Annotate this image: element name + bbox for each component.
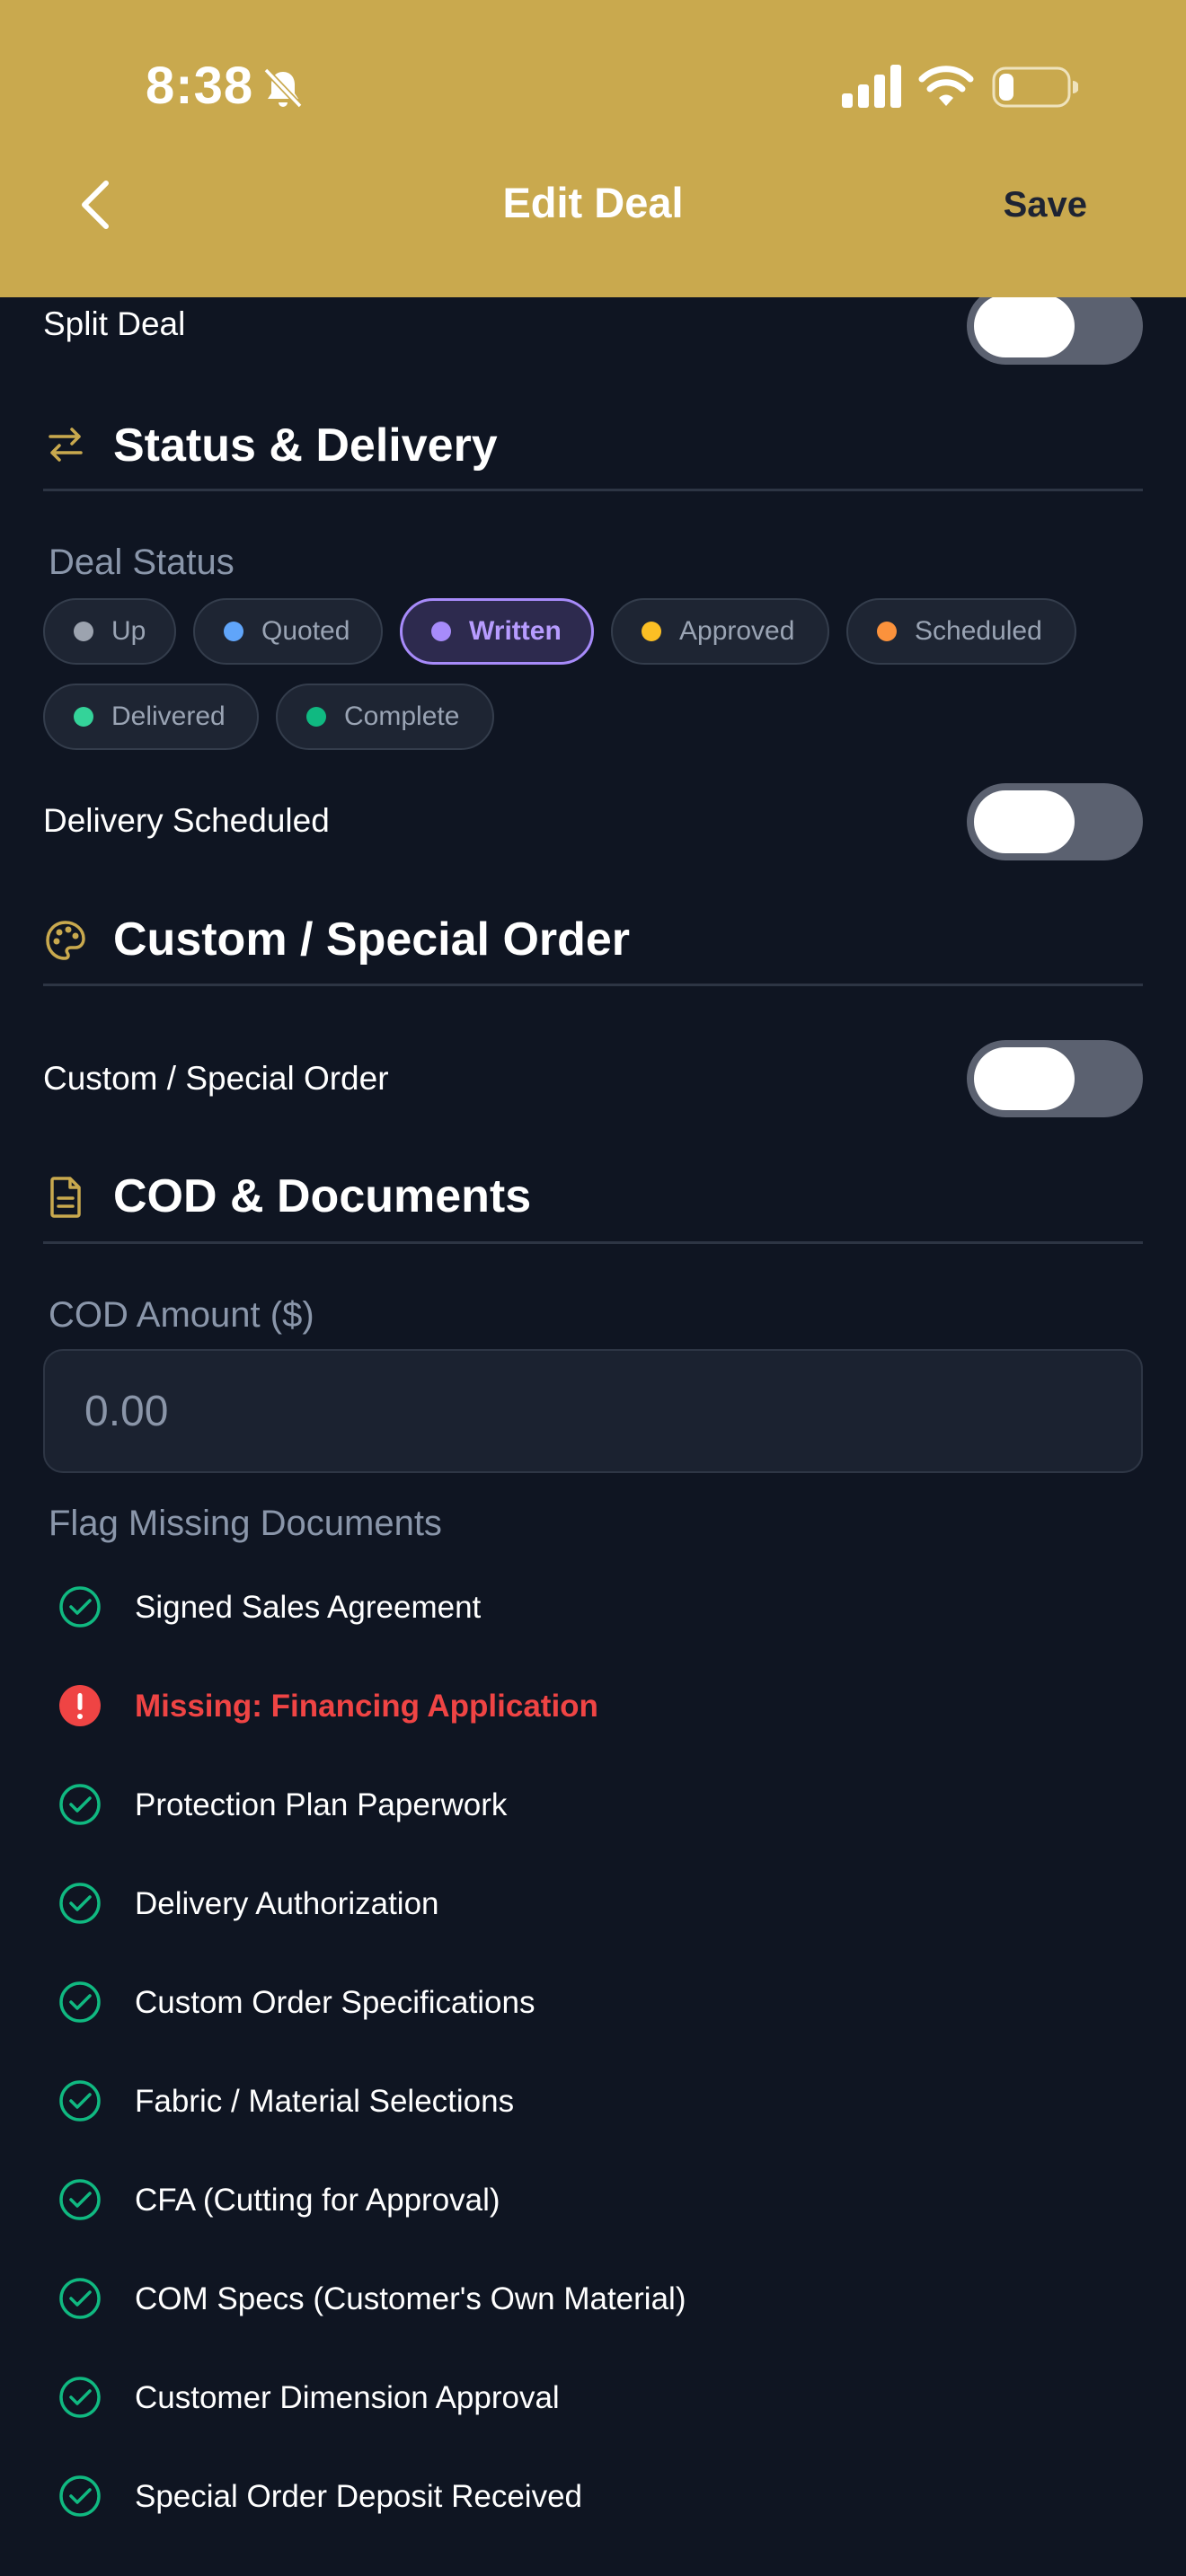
status-dot bbox=[74, 707, 93, 727]
status-chip-written[interactable]: Written bbox=[400, 598, 594, 665]
save-button[interactable]: Save bbox=[1004, 185, 1087, 225]
check-circle-icon bbox=[59, 1981, 101, 2023]
document-item[interactable]: Fabric / Material Selections bbox=[58, 2078, 1136, 2129]
document-item[interactable]: Delivery Authorization bbox=[58, 1881, 1136, 1931]
document-label: Customer Dimension Approval bbox=[135, 2380, 560, 2415]
document-item[interactable]: Protection Plan Paperwork bbox=[58, 1782, 1136, 1832]
chip-label: Complete bbox=[344, 701, 460, 731]
toggle-knob bbox=[974, 295, 1075, 357]
document-item-missing[interactable]: Missing: Financing Application bbox=[58, 1683, 1136, 1734]
document-item[interactable]: Customer Dimension Approval bbox=[58, 2375, 1136, 2425]
document-item[interactable]: CFA (Cutting for Approval) bbox=[58, 2177, 1136, 2228]
section-divider bbox=[43, 984, 1143, 986]
split-deal-label: Split Deal bbox=[43, 305, 186, 342]
check-circle-icon bbox=[59, 1883, 101, 1924]
section-title-cod: COD & Documents bbox=[113, 1170, 532, 1222]
bell-muted-icon bbox=[263, 67, 303, 109]
check-circle-icon bbox=[59, 1586, 101, 1628]
status-dot bbox=[877, 622, 897, 641]
check-circle-icon bbox=[59, 2278, 101, 2319]
document-label: Delivery Authorization bbox=[135, 1886, 439, 1921]
document-item[interactable]: Custom Order Specifications bbox=[58, 1980, 1136, 2030]
status-dot bbox=[642, 622, 661, 641]
section-title-custom: Custom / Special Order bbox=[113, 913, 631, 966]
chip-label: Quoted bbox=[261, 616, 350, 646]
document-label: Fabric / Material Selections bbox=[135, 2084, 515, 2119]
status-chip-quoted[interactable]: Quoted bbox=[193, 598, 383, 665]
check-circle-icon bbox=[59, 2377, 101, 2418]
chip-label: Up bbox=[111, 616, 146, 646]
battery-icon bbox=[992, 66, 1078, 108]
status-dot bbox=[306, 707, 326, 727]
toggle-knob bbox=[974, 1047, 1075, 1110]
status-chip-scheduled[interactable]: Scheduled bbox=[846, 598, 1076, 665]
check-circle-icon bbox=[59, 2080, 101, 2122]
document-label: Signed Sales Agreement bbox=[135, 1590, 482, 1625]
section-title-status: Status & Delivery bbox=[113, 419, 498, 472]
cellular-signal-icon bbox=[842, 65, 901, 108]
status-chip-approved[interactable]: Approved bbox=[611, 598, 829, 665]
flag-missing-documents-label: Flag Missing Documents bbox=[49, 1504, 442, 1543]
alert-circle-icon bbox=[59, 1685, 101, 1726]
document-item[interactable]: COM Specs (Customer's Own Material) bbox=[58, 2276, 1136, 2326]
custom-special-order-toggle[interactable] bbox=[967, 1040, 1143, 1117]
section-divider bbox=[43, 1241, 1143, 1244]
document-label: CFA (Cutting for Approval) bbox=[135, 2183, 500, 2218]
status-chip-delivered[interactable]: Delivered bbox=[43, 684, 259, 750]
section-divider bbox=[43, 489, 1143, 491]
custom-special-order-label: Custom / Special Order bbox=[43, 1060, 389, 1097]
status-dot bbox=[224, 622, 243, 641]
check-circle-icon bbox=[59, 2475, 101, 2517]
delivery-scheduled-toggle[interactable] bbox=[967, 783, 1143, 860]
status-dot bbox=[74, 622, 93, 641]
document-item[interactable]: Special Order Deposit Received bbox=[58, 2474, 1136, 2524]
document-label: Protection Plan Paperwork bbox=[135, 1787, 508, 1822]
cod-amount-field[interactable] bbox=[43, 1349, 1143, 1473]
chip-label: Approved bbox=[679, 616, 795, 646]
wifi-icon bbox=[918, 66, 974, 106]
cod-amount-input[interactable] bbox=[45, 1351, 1141, 1471]
check-circle-icon bbox=[59, 2179, 101, 2220]
document-label: Special Order Deposit Received bbox=[135, 2479, 583, 2514]
palette-icon bbox=[46, 921, 85, 960]
document-label: Missing: Financing Application bbox=[135, 1689, 598, 1724]
chip-label: Delivered bbox=[111, 701, 226, 731]
toggle-knob bbox=[974, 790, 1075, 853]
split-deal-toggle[interactable] bbox=[967, 287, 1143, 365]
document-label: COM Specs (Customer's Own Material) bbox=[135, 2281, 686, 2316]
deal-status-label: Deal Status bbox=[49, 543, 235, 582]
document-label: Custom Order Specifications bbox=[135, 1985, 535, 2020]
cod-amount-label: COD Amount ($) bbox=[49, 1295, 314, 1335]
status-dot bbox=[431, 622, 451, 641]
swap-arrows-icon bbox=[49, 428, 83, 462]
chip-label: Written bbox=[469, 616, 562, 646]
chip-label: Scheduled bbox=[915, 616, 1042, 646]
document-item[interactable]: Signed Sales Agreement bbox=[58, 1584, 1136, 1635]
check-circle-icon bbox=[59, 1784, 101, 1825]
app-header: 8:38 Edit Deal Save bbox=[0, 0, 1186, 297]
status-time: 8:38 bbox=[146, 57, 254, 115]
status-chip-up[interactable]: Up bbox=[43, 598, 176, 665]
status-chip-complete[interactable]: Complete bbox=[276, 684, 494, 750]
delivery-scheduled-label: Delivery Scheduled bbox=[43, 802, 330, 839]
document-icon bbox=[50, 1177, 81, 1218]
